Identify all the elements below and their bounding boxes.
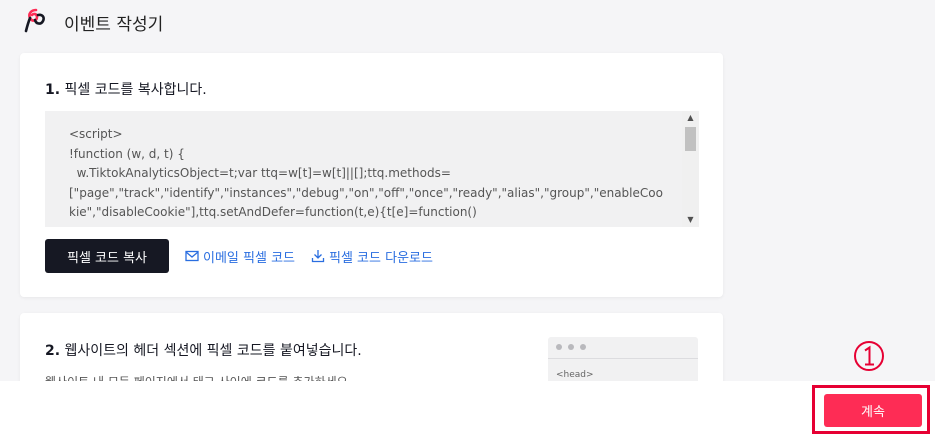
footer-bar bbox=[0, 381, 935, 437]
step2-title: 2. 웹사이트의 헤더 섹션에 픽셀 코드를 붙여넣습니다. bbox=[45, 340, 362, 360]
header: 이벤트 작성기 bbox=[0, 0, 935, 42]
download-pixel-code-label: 픽셀 코드 다운로드 bbox=[329, 250, 433, 266]
window-dots-icon bbox=[556, 344, 586, 350]
scroll-down-arrow-icon[interactable]: ▼ bbox=[682, 213, 699, 227]
preview-divider bbox=[548, 358, 698, 359]
tiktok-pixel-logo-icon bbox=[24, 8, 45, 33]
pixel-code-text[interactable]: <script> !function (w, d, t) { w.TiktokA… bbox=[69, 125, 669, 223]
pixel-code-box[interactable]: <script> !function (w, d, t) { w.TiktokA… bbox=[45, 111, 699, 227]
email-pixel-code-label: 이메일 픽셀 코드 bbox=[203, 250, 295, 266]
step1-card: 1. 픽셀 코드를 복사합니다. <script> !function (w, … bbox=[20, 53, 723, 297]
code-scrollbar[interactable]: ▲ ▼ bbox=[682, 111, 699, 227]
continue-button[interactable]: 계속 bbox=[824, 394, 922, 427]
annotation-circled-one-icon bbox=[854, 341, 884, 371]
download-icon bbox=[311, 250, 325, 263]
step1-actions: 픽셀 코드 복사 이메일 픽셀 코드 픽셀 코드 다운로드 bbox=[45, 239, 433, 273]
step1-title-text: 픽셀 코드를 복사합니다. bbox=[60, 82, 207, 98]
copy-pixel-code-button[interactable]: 픽셀 코드 복사 bbox=[45, 239, 169, 273]
scroll-thumb[interactable] bbox=[685, 127, 696, 151]
mail-icon bbox=[185, 250, 199, 262]
page-title: 이벤트 작성기 bbox=[64, 15, 164, 35]
preview-head-tag: <head> bbox=[556, 370, 594, 380]
step1-title: 1. 픽셀 코드를 복사합니다. bbox=[45, 79, 207, 99]
step2-title-text: 웹사이트의 헤더 섹션에 픽셀 코드를 붙여넣습니다. bbox=[60, 343, 362, 359]
step1-number: 1. bbox=[45, 82, 61, 98]
scroll-up-arrow-icon[interactable]: ▲ bbox=[682, 111, 699, 125]
download-pixel-code-link[interactable]: 픽셀 코드 다운로드 bbox=[311, 247, 433, 266]
email-pixel-code-link[interactable]: 이메일 픽셀 코드 bbox=[185, 247, 295, 266]
step2-number: 2. bbox=[45, 343, 61, 359]
